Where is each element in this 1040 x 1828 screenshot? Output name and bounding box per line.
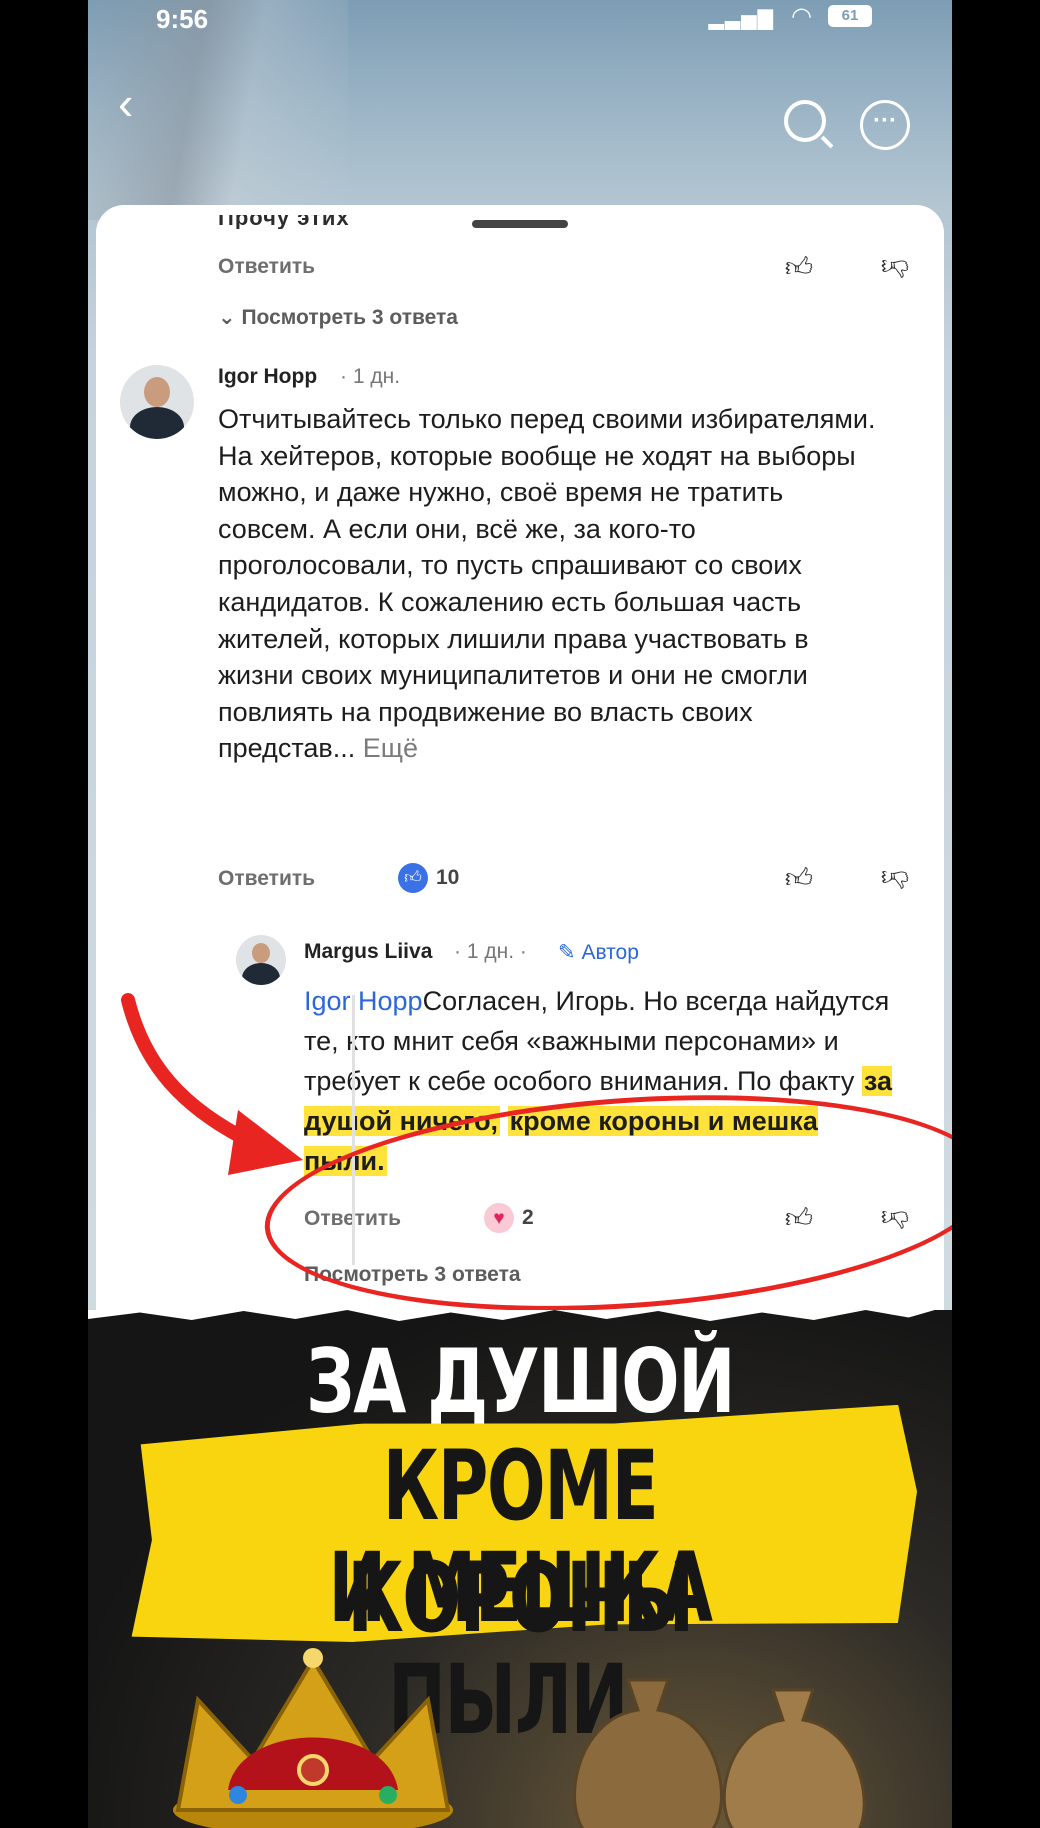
comment-body: Отчитывайтесь только перед своими избира… bbox=[218, 401, 878, 767]
sacks-icon bbox=[573, 1678, 866, 1828]
like-icon[interactable]: 👍︎ bbox=[784, 252, 814, 282]
dislike-icon[interactable]: 👍︎ bbox=[880, 252, 910, 282]
more-options-icon[interactable]: ··· bbox=[860, 100, 910, 150]
read-more-link[interactable]: Ещё bbox=[363, 733, 418, 763]
cut-off-comment-text: Прочу этих bbox=[218, 215, 350, 229]
avatar-igor-hopp[interactable] bbox=[120, 365, 194, 439]
reply-author[interactable]: Margus Liiva bbox=[304, 940, 432, 964]
avatar-margus-liiva[interactable] bbox=[236, 935, 286, 985]
status-time: 9:56 bbox=[156, 4, 209, 34]
phone-screen: 9:56 ▂▃▅▇ ◠ 61 ‹ ··· Прочу этих Ответить… bbox=[88, 0, 952, 1828]
sheet-drag-handle[interactable] bbox=[472, 220, 568, 228]
dislike-icon[interactable]: 👍︎ bbox=[880, 863, 910, 893]
comment-author[interactable]: Igor Hopp bbox=[218, 365, 317, 389]
likes-number: 10 bbox=[436, 866, 460, 889]
back-icon[interactable]: ‹ bbox=[118, 80, 133, 126]
crown-icon bbox=[173, 1648, 453, 1828]
pencil-icon: ✎ bbox=[558, 941, 576, 964]
wifi-icon: ◠ bbox=[791, 3, 812, 30]
status-bar: 9:56 ▂▃▅▇ ◠ 61 bbox=[88, 0, 952, 34]
comment-text: Отчитывайтесь только перед своими избира… bbox=[218, 404, 876, 764]
mention-link[interactable]: Igor Hopp bbox=[304, 986, 423, 1016]
reply-time: · 1 дн. · bbox=[454, 940, 527, 963]
red-arrow-icon bbox=[121, 993, 303, 1175]
chevron-down-icon: ⌄ bbox=[218, 306, 236, 329]
view-replies-link[interactable]: ⌄ Посмотреть 3 ответа bbox=[218, 305, 458, 330]
battery-icon: 61 bbox=[828, 5, 872, 27]
promo-banner: ЗА ДУШОЙ НИЧЕГО, КРОМЕ КОРОНЫ И МЕШКА ПЫ… bbox=[88, 1310, 952, 1828]
like-reaction-icon: 👍︎ bbox=[398, 863, 428, 893]
author-badge: ✎ Автор bbox=[558, 940, 639, 965]
signal-icon: ▂▃▅▇ bbox=[708, 8, 774, 30]
comment-time: · 1 дн. bbox=[340, 365, 401, 388]
likes-count: 👍︎ 10 bbox=[398, 863, 459, 893]
reply-button[interactable]: Ответить bbox=[218, 867, 315, 891]
search-icon[interactable] bbox=[784, 100, 826, 142]
view-replies-label: Посмотреть 3 ответа bbox=[241, 306, 458, 329]
author-badge-label: Автор bbox=[581, 941, 639, 964]
reply-button[interactable]: Ответить bbox=[218, 255, 315, 279]
like-icon[interactable]: 👍︎ bbox=[784, 863, 814, 893]
